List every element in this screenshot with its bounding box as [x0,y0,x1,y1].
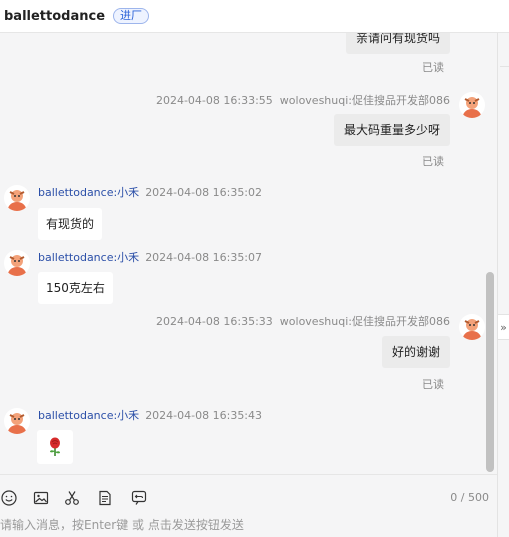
recall-icon [131,490,147,505]
chevron-right-icon: » [500,320,507,334]
avatar[interactable] [4,408,30,434]
read-status: 已读 [422,378,444,391]
status-badge[interactable]: 进厂 [113,8,150,24]
message-bubble-incoming: 有现货的 [38,208,103,240]
message-bubble-incoming: 150克左右 [38,272,113,304]
image-icon [33,491,49,505]
chat-header: ballettodance 进厂 [0,0,509,33]
avatar-icon [4,185,30,211]
char-counter: 0 / 500 [450,491,489,504]
expand-panel-button[interactable]: » [497,314,509,340]
avatar-icon [4,250,30,276]
screenshot-button[interactable] [63,489,81,507]
document-icon [99,490,111,506]
panel-divider [500,66,509,67]
smiley-icon [1,490,17,506]
message-timestamp: 2024-04-08 16:35:07 [145,251,263,264]
read-status: 已读 [422,61,444,74]
message-meta: 2024-04-08 16:35:33 woloveshuqi:促佳搜品开发部0… [156,313,450,329]
message-bubble-outgoing: 好的谢谢 [381,336,450,368]
order-button[interactable] [96,489,114,507]
avatar-icon [459,314,485,340]
message-timestamp: 2024-04-08 16:35:43 [145,409,263,422]
emoji-button[interactable] [0,489,18,507]
rose-emoji [50,437,60,456]
scrollbar[interactable] [486,272,494,472]
message-timestamp: 2024-04-08 16:35:33 [155,315,273,328]
scissors-icon [65,491,79,505]
message-input[interactable]: 请输入消息，按Enter键 或 点击发送按钮发送 [0,516,244,533]
message-meta: ballettodance:小禾 2024-04-08 16:35:07 [38,249,262,265]
avatar[interactable] [459,314,485,340]
message-meta: 2024-04-08 16:33:55 woloveshuqi:促佳搜品开发部0… [156,92,450,108]
message-sender: woloveshuqi:促佳搜品开发部086 [279,94,450,107]
contact-name: ballettodance [4,8,106,24]
avatar-icon [4,408,30,434]
message-bubble-outgoing: 亲请问有现货吗 [345,33,450,54]
composer-toolbar: 0 / 500 [0,474,497,518]
read-status: 已读 [422,155,444,168]
message-bubble-incoming [37,430,73,464]
avatar[interactable] [4,185,30,211]
avatar[interactable] [4,250,30,276]
message-bubble-outgoing: 最大码重量多少呀 [333,114,450,146]
message-timestamp: 2024-04-08 16:33:55 [155,94,273,107]
message-sender[interactable]: ballettodance:小禾 [38,409,139,422]
avatar-icon [459,92,485,118]
panel-divider [497,33,498,537]
message-meta: ballettodance:小禾 2024-04-08 16:35:43 [38,407,262,423]
message-sender[interactable]: ballettodance:小禾 [38,186,139,199]
avatar[interactable] [459,92,485,118]
message-timestamp: 2024-04-08 16:35:02 [145,186,263,199]
message-list[interactable]: 亲请问有现货吗 已读 2024-04-08 16:33:55 woloveshu… [0,33,497,474]
message-meta: ballettodance:小禾 2024-04-08 16:35:02 [38,184,262,200]
message-sender: woloveshuqi:促佳搜品开发部086 [279,315,450,328]
recall-button[interactable] [130,489,148,507]
message-sender[interactable]: ballettodance:小禾 [38,251,139,264]
image-button[interactable] [32,489,50,507]
